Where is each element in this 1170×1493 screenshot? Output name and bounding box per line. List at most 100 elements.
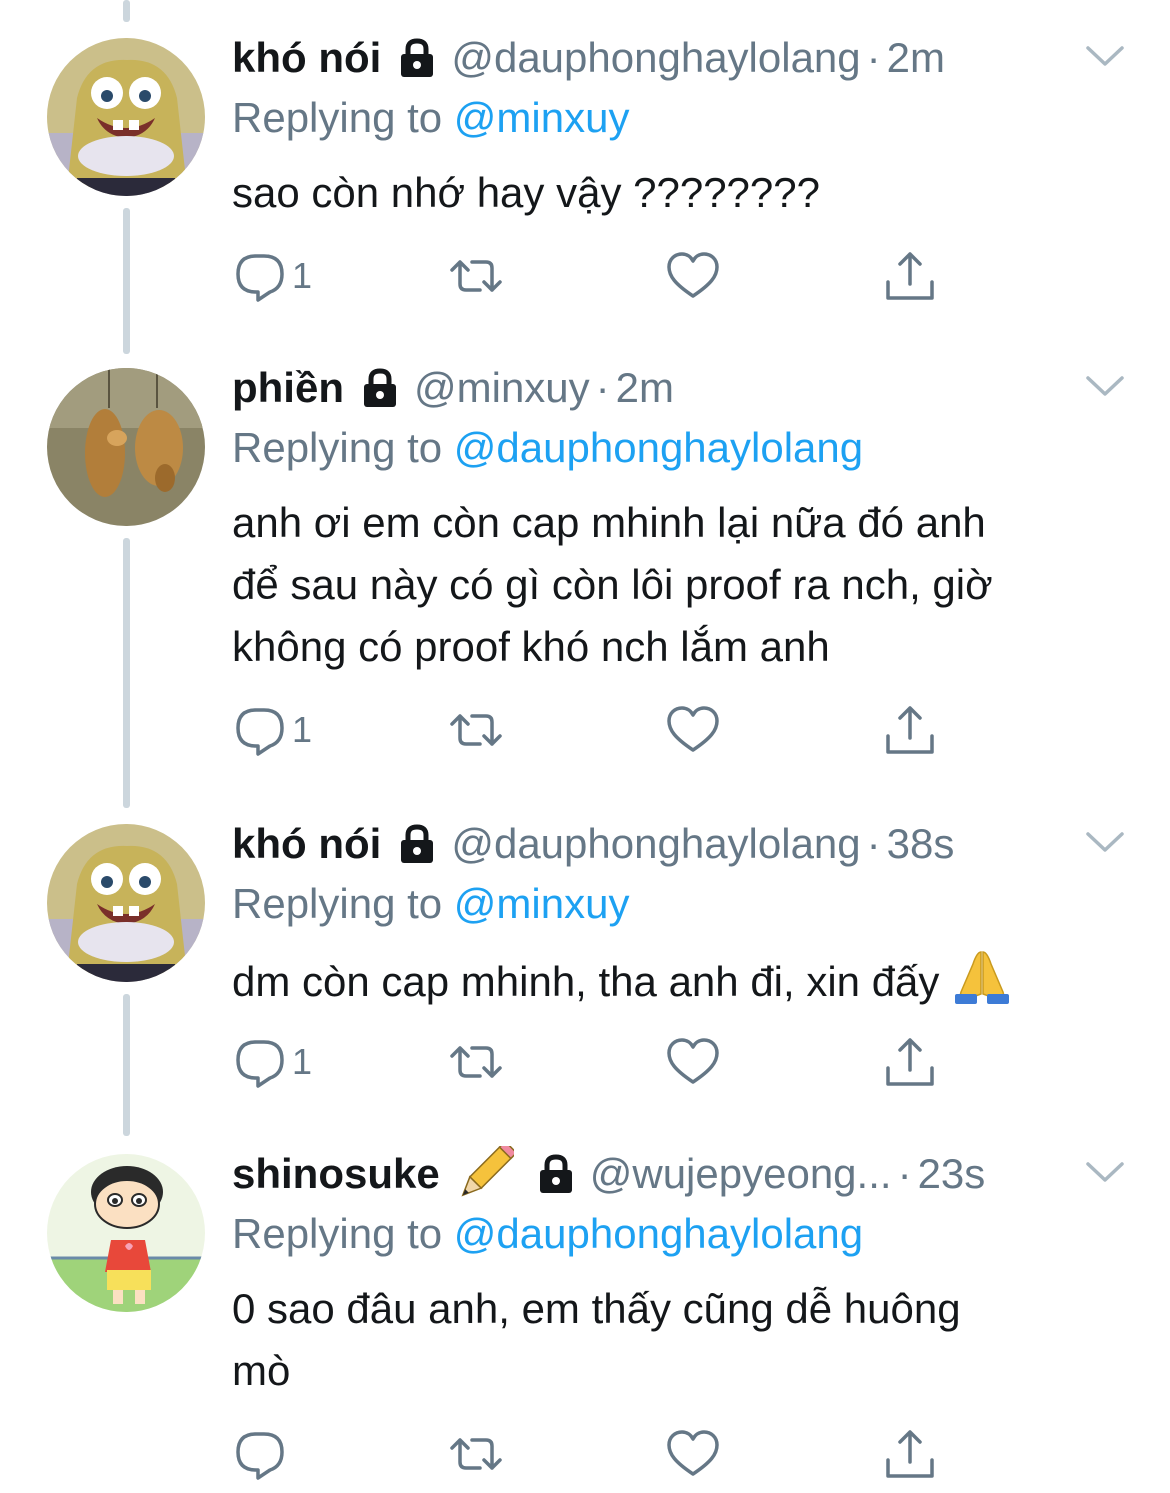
heart-icon xyxy=(667,252,719,298)
separator-dot: · xyxy=(866,820,881,867)
share-button[interactable] xyxy=(882,700,938,760)
reply-icon xyxy=(236,1432,284,1480)
share-icon xyxy=(886,1430,934,1478)
lock-icon xyxy=(397,37,437,79)
display-name[interactable]: phiền xyxy=(232,358,344,418)
sponge-avatar-image xyxy=(47,38,205,196)
like-button[interactable] xyxy=(665,1424,721,1484)
tweet-text: anh ơi em còn cap mhinh lại nữa đó anh đ… xyxy=(232,492,1132,678)
tweet-actions: 1 xyxy=(232,700,952,760)
thread-line xyxy=(123,208,130,354)
retweet-icon xyxy=(450,260,502,292)
reply-button[interactable] xyxy=(232,1424,292,1484)
heart-icon xyxy=(667,706,719,752)
avatar[interactable] xyxy=(47,38,205,196)
reply-icon xyxy=(236,1040,284,1088)
reply-icon xyxy=(236,708,284,756)
share-icon xyxy=(886,706,934,754)
like-button[interactable] xyxy=(665,700,721,760)
cartoon-boy-avatar-image xyxy=(47,1154,205,1312)
display-name[interactable]: shinosuke xyxy=(232,1144,440,1204)
avatar[interactable] xyxy=(47,1154,205,1312)
tweet-header: shinosuke @wujepyeong... · 23s xyxy=(232,1144,985,1204)
replying-to: Replying to @minxuy xyxy=(232,874,629,934)
chicken-avatar-image xyxy=(47,368,205,526)
lock-icon xyxy=(360,367,400,409)
user-handle[interactable]: @dauphonghaylolang xyxy=(451,814,860,874)
reply-count: 1 xyxy=(292,255,313,296)
share-button[interactable] xyxy=(882,1032,938,1092)
pencil-emoji xyxy=(454,1146,514,1202)
heart-icon xyxy=(667,1430,719,1476)
retweet-icon xyxy=(450,714,502,746)
tweet-header: phiền @minxuy · 2m xyxy=(232,358,674,418)
tweet-text-line: không có proof khó nch lắm anh xyxy=(232,623,830,670)
mention-link[interactable]: @minxuy xyxy=(454,880,630,927)
tweet-text-line: sao còn nhớ hay vậy ???????? xyxy=(232,169,820,216)
share-button[interactable] xyxy=(882,1424,938,1484)
retweet-icon xyxy=(450,1046,502,1078)
reply-button[interactable]: 1 xyxy=(232,246,312,306)
retweet-button[interactable] xyxy=(448,1424,504,1484)
user-handle[interactable]: @wujepyeong... xyxy=(590,1144,892,1204)
replying-label: Replying to xyxy=(232,424,443,471)
chevron-down-icon[interactable] xyxy=(1084,372,1126,400)
like-button[interactable] xyxy=(665,246,721,306)
avatar[interactable] xyxy=(47,824,205,982)
replying-label: Replying to xyxy=(232,1210,443,1257)
mention-link[interactable]: @dauphonghaylolang xyxy=(454,1210,863,1257)
reply-icon xyxy=(236,254,284,302)
retweet-button[interactable] xyxy=(448,246,504,306)
thread-line xyxy=(123,538,130,808)
tweet-actions: 1 xyxy=(232,1032,952,1092)
mention-link[interactable]: @minxuy xyxy=(454,94,630,141)
timestamp[interactable]: 23s xyxy=(918,1144,986,1204)
user-handle[interactable]: @dauphonghaylolang xyxy=(451,28,860,88)
sponge-avatar-image xyxy=(47,824,205,982)
thread-line xyxy=(123,0,130,22)
timestamp[interactable]: 2m xyxy=(616,358,674,418)
replying-to: Replying to @minxuy xyxy=(232,88,629,148)
tweet-text-line: anh ơi em còn cap mhinh lại nữa đó anh xyxy=(232,499,986,546)
replying-to: Replying to @dauphonghaylolang xyxy=(232,1204,863,1264)
replying-label: Replying to xyxy=(232,880,443,927)
share-icon xyxy=(886,252,934,300)
tweet-actions xyxy=(232,1424,952,1484)
replying-label: Replying to xyxy=(232,94,443,141)
replying-to: Replying to @dauphonghaylolang xyxy=(232,418,863,478)
tweet-text-content: dm còn cap mhinh, tha anh đi, xin đấy xyxy=(232,958,940,1005)
share-icon xyxy=(886,1038,934,1086)
separator-dot: · xyxy=(897,1150,912,1197)
tweet-text: dm còn cap mhinh, tha anh đi, xin đấy xyxy=(232,948,1132,1013)
reply-button[interactable]: 1 xyxy=(232,1032,312,1092)
user-handle[interactable]: @minxuy xyxy=(414,358,590,418)
retweet-button[interactable] xyxy=(448,1032,504,1092)
like-button[interactable] xyxy=(665,1032,721,1092)
chevron-down-icon[interactable] xyxy=(1084,42,1126,70)
tweet-text: 0 sao đâu anh, em thấy cũng dễ huông mò xyxy=(232,1278,1132,1402)
separator-dot: · xyxy=(866,34,881,81)
retweet-icon xyxy=(450,1438,502,1470)
tweet-actions: 1 xyxy=(232,246,952,306)
thread-line xyxy=(123,994,130,1136)
lock-icon xyxy=(536,1153,576,1195)
share-button[interactable] xyxy=(882,246,938,306)
reply-count: 1 xyxy=(292,1041,313,1082)
chevron-down-icon[interactable] xyxy=(1084,828,1126,856)
retweet-button[interactable] xyxy=(448,700,504,760)
timestamp[interactable]: 38s xyxy=(887,814,955,874)
display-name[interactable]: khó nói xyxy=(232,28,381,88)
chevron-down-icon[interactable] xyxy=(1084,1158,1126,1186)
reply-count: 1 xyxy=(292,709,313,750)
tweet-text-line: mò xyxy=(232,1347,291,1394)
tweet-header: khó nói @dauphonghaylolang · 2m xyxy=(232,28,945,88)
tweet-text: sao còn nhớ hay vậy ???????? xyxy=(232,162,1132,224)
avatar[interactable] xyxy=(47,368,205,526)
mention-link[interactable]: @dauphonghaylolang xyxy=(454,424,863,471)
tweet-text-line: 0 sao đâu anh, em thấy cũng dễ huông xyxy=(232,1285,961,1332)
tweet-text-line: dm còn cap mhinh, tha anh đi, xin đấy xyxy=(232,948,1132,1013)
reply-button[interactable]: 1 xyxy=(232,700,312,760)
lock-icon xyxy=(397,823,437,865)
display-name[interactable]: khó nói xyxy=(232,814,381,874)
timestamp[interactable]: 2m xyxy=(887,28,945,88)
